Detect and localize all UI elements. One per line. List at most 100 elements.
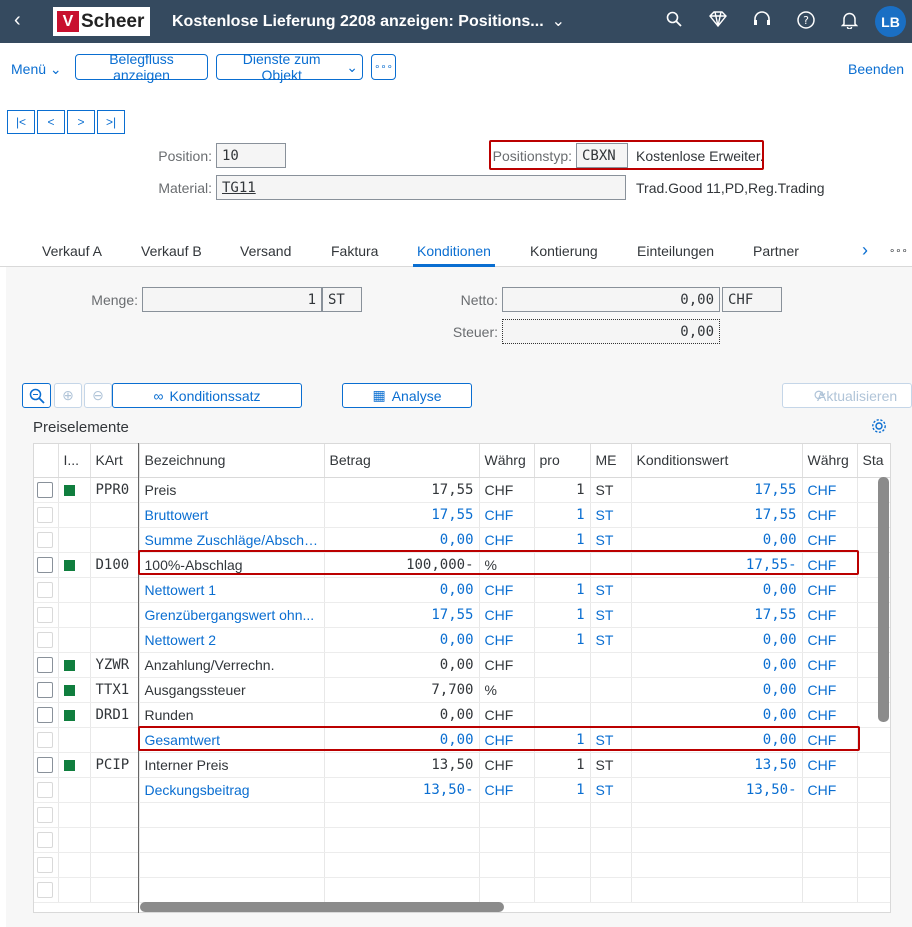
tab-verkauf-b[interactable]: Verkauf B — [141, 243, 202, 259]
row-select-cell[interactable] — [34, 602, 59, 628]
last-item-button[interactable]: >| — [97, 110, 125, 134]
table-row[interactable]: D100 100%-Abschlag 100,000-% 17,55- CHF — [34, 552, 890, 578]
table-row[interactable] — [34, 852, 890, 878]
bezeichnung-cell[interactable]: Gesamtwert — [139, 727, 325, 753]
back-icon[interactable]: ‹ — [14, 9, 21, 32]
bezeichnung-cell[interactable]: Grenzübergangswert ohn... — [139, 602, 325, 628]
first-item-button[interactable]: |< — [7, 110, 35, 134]
horizontal-scrollbar[interactable] — [140, 902, 504, 912]
prev-item-button[interactable]: < — [37, 110, 65, 134]
row-select-cell[interactable] — [34, 852, 59, 878]
row-select-cell[interactable] — [34, 752, 59, 778]
row-select-cell[interactable] — [34, 877, 59, 903]
column-header-status[interactable]: Sta — [857, 444, 890, 478]
tab-einteilungen[interactable]: Einteilungen — [637, 243, 714, 259]
row-checkbox[interactable] — [37, 707, 53, 724]
row-select-cell[interactable] — [34, 552, 59, 578]
add-button[interactable]: ⊕ — [54, 383, 82, 408]
column-header-indicator[interactable]: I... — [58, 444, 91, 478]
column-header-betrag[interactable]: Betrag — [324, 444, 480, 478]
table-row[interactable] — [34, 877, 890, 903]
table-row[interactable]: YZWR Anzahlung/Verrechn. 0,00 CHF 0,00 CHF — [34, 652, 890, 678]
row-checkbox[interactable] — [37, 557, 53, 574]
row-select-cell[interactable] — [34, 527, 59, 553]
tab-versand[interactable]: Versand — [240, 243, 291, 259]
row-select-cell[interactable] — [34, 702, 59, 728]
column-header-konditionswert[interactable]: Konditionswert — [631, 444, 803, 478]
tab-partner[interactable]: Partner — [753, 243, 799, 259]
row-select-cell[interactable] — [34, 677, 59, 703]
settings-icon[interactable] — [871, 418, 887, 437]
remove-button[interactable]: ⊖ — [84, 383, 112, 408]
row-checkbox[interactable] — [37, 757, 53, 774]
diamond-icon[interactable] — [709, 11, 727, 32]
table-row[interactable] — [34, 827, 890, 853]
row-select-cell[interactable] — [34, 477, 59, 503]
row-checkbox[interactable] — [37, 632, 53, 649]
row-select-cell[interactable] — [34, 652, 59, 678]
table-row[interactable]: Nettowert 1 0,00 CHF 1 ST 0,00 CHF — [34, 577, 890, 603]
netto-field[interactable]: 0,00 — [502, 287, 720, 312]
bell-icon[interactable] — [840, 11, 859, 34]
netto-currency-field[interactable]: CHF — [722, 287, 782, 312]
row-checkbox[interactable] — [37, 507, 53, 524]
row-checkbox[interactable] — [37, 682, 53, 699]
position-field[interactable]: 10 — [216, 143, 286, 168]
bezeichnung-cell[interactable]: Nettowert 1 — [139, 577, 325, 603]
zoom-in-button[interactable] — [22, 383, 51, 408]
row-checkbox[interactable] — [37, 807, 53, 824]
menge-field[interactable]: 1 — [142, 287, 322, 312]
row-select-cell[interactable] — [34, 727, 59, 753]
next-item-button[interactable]: > — [67, 110, 95, 134]
column-header-bezeichnung[interactable]: Bezeichnung — [139, 444, 325, 478]
row-checkbox[interactable] — [37, 582, 53, 599]
bezeichnung-cell[interactable]: Deckungsbeitrag — [139, 777, 325, 803]
row-checkbox[interactable] — [37, 607, 53, 624]
table-row[interactable]: Nettowert 2 0,00 CHF 1 ST 0,00 CHF — [34, 627, 890, 653]
material-field[interactable]: TG11 — [216, 175, 626, 200]
user-avatar[interactable]: LB — [875, 6, 906, 37]
row-select-cell[interactable] — [34, 827, 59, 853]
tab-konditionen[interactable]: Konditionen — [417, 243, 491, 259]
bezeichnung-cell[interactable]: Nettowert 2 — [139, 627, 325, 653]
table-row[interactable]: DRD1 Runden 0,00 CHF 0,00 CHF — [34, 702, 890, 728]
menu-button[interactable]: Menü ⌄ — [11, 61, 62, 78]
column-header-kart[interactable]: KArt — [90, 444, 140, 478]
table-row[interactable]: Summe Zuschläge/Abschl... 0,00 CHF 1 ST 0,00 C… — [34, 527, 890, 553]
menge-unit-field[interactable]: ST — [322, 287, 362, 312]
belegfluss-button[interactable]: Belegfluss anzeigen — [75, 51, 208, 83]
search-icon[interactable] — [666, 11, 682, 32]
app-title[interactable]: Kostenlose Lieferung 2208 anzeigen: Posi… — [172, 11, 565, 31]
tab-kontierung[interactable]: Kontierung — [530, 243, 598, 259]
row-checkbox[interactable] — [37, 657, 53, 674]
column-header-pro[interactable]: pro — [534, 444, 591, 478]
column-header-me[interactable]: ME — [590, 444, 632, 478]
analyse-button[interactable]: ▦ Analyse — [342, 383, 472, 408]
bezeichnung-cell[interactable]: Bruttowert — [139, 502, 325, 528]
row-select-cell[interactable] — [34, 577, 59, 603]
table-row[interactable]: Gesamtwert 0,00 CHF 1 ST 0,00 CHF — [34, 727, 890, 753]
row-select-cell[interactable] — [34, 502, 59, 528]
table-row[interactable] — [34, 802, 890, 828]
table-row[interactable]: PCIP Interner Preis 13,50 CHF 1 ST 13,50 CHF — [34, 752, 890, 778]
column-header-kwaehrg[interactable]: Währg — [802, 444, 858, 478]
row-checkbox[interactable] — [37, 732, 53, 749]
positionstyp-code-field[interactable]: CBXN — [576, 143, 628, 168]
chevron-right-icon[interactable]: › — [862, 240, 868, 261]
table-row[interactable]: Bruttowert 17,55 CHF 1 ST 17,55 CHF — [34, 502, 890, 528]
table-row[interactable]: PPR0 Preis 17,55 CHF 1 ST 17,55 CHF — [34, 477, 890, 503]
beenden-button[interactable]: Beenden — [848, 61, 904, 77]
vertical-scrollbar[interactable] — [878, 477, 889, 722]
more-button[interactable]: ∘∘∘ — [371, 54, 396, 80]
tabs-more-icon[interactable]: ∘∘∘ — [889, 246, 908, 257]
table-row[interactable]: Deckungsbeitrag 13,50- CHF 1 ST 13,50- CHF — [34, 777, 890, 803]
row-select-cell[interactable] — [34, 627, 59, 653]
row-checkbox[interactable] — [37, 532, 53, 549]
scheer-logo[interactable]: V Scheer — [53, 7, 150, 36]
row-select-cell[interactable] — [34, 777, 59, 803]
bezeichnung-cell[interactable]: Summe Zuschläge/Abschl... — [139, 527, 325, 553]
table-row[interactable]: TTX1 Ausgangssteuer 7,700% 0,00 CHF — [34, 677, 890, 703]
aktualisieren-button[interactable]: Aktualisieren — [782, 383, 912, 408]
table-row[interactable]: Grenzübergangswert ohn... 17,55 CHF 1 ST 17,5… — [34, 602, 890, 628]
row-checkbox[interactable] — [37, 882, 53, 899]
